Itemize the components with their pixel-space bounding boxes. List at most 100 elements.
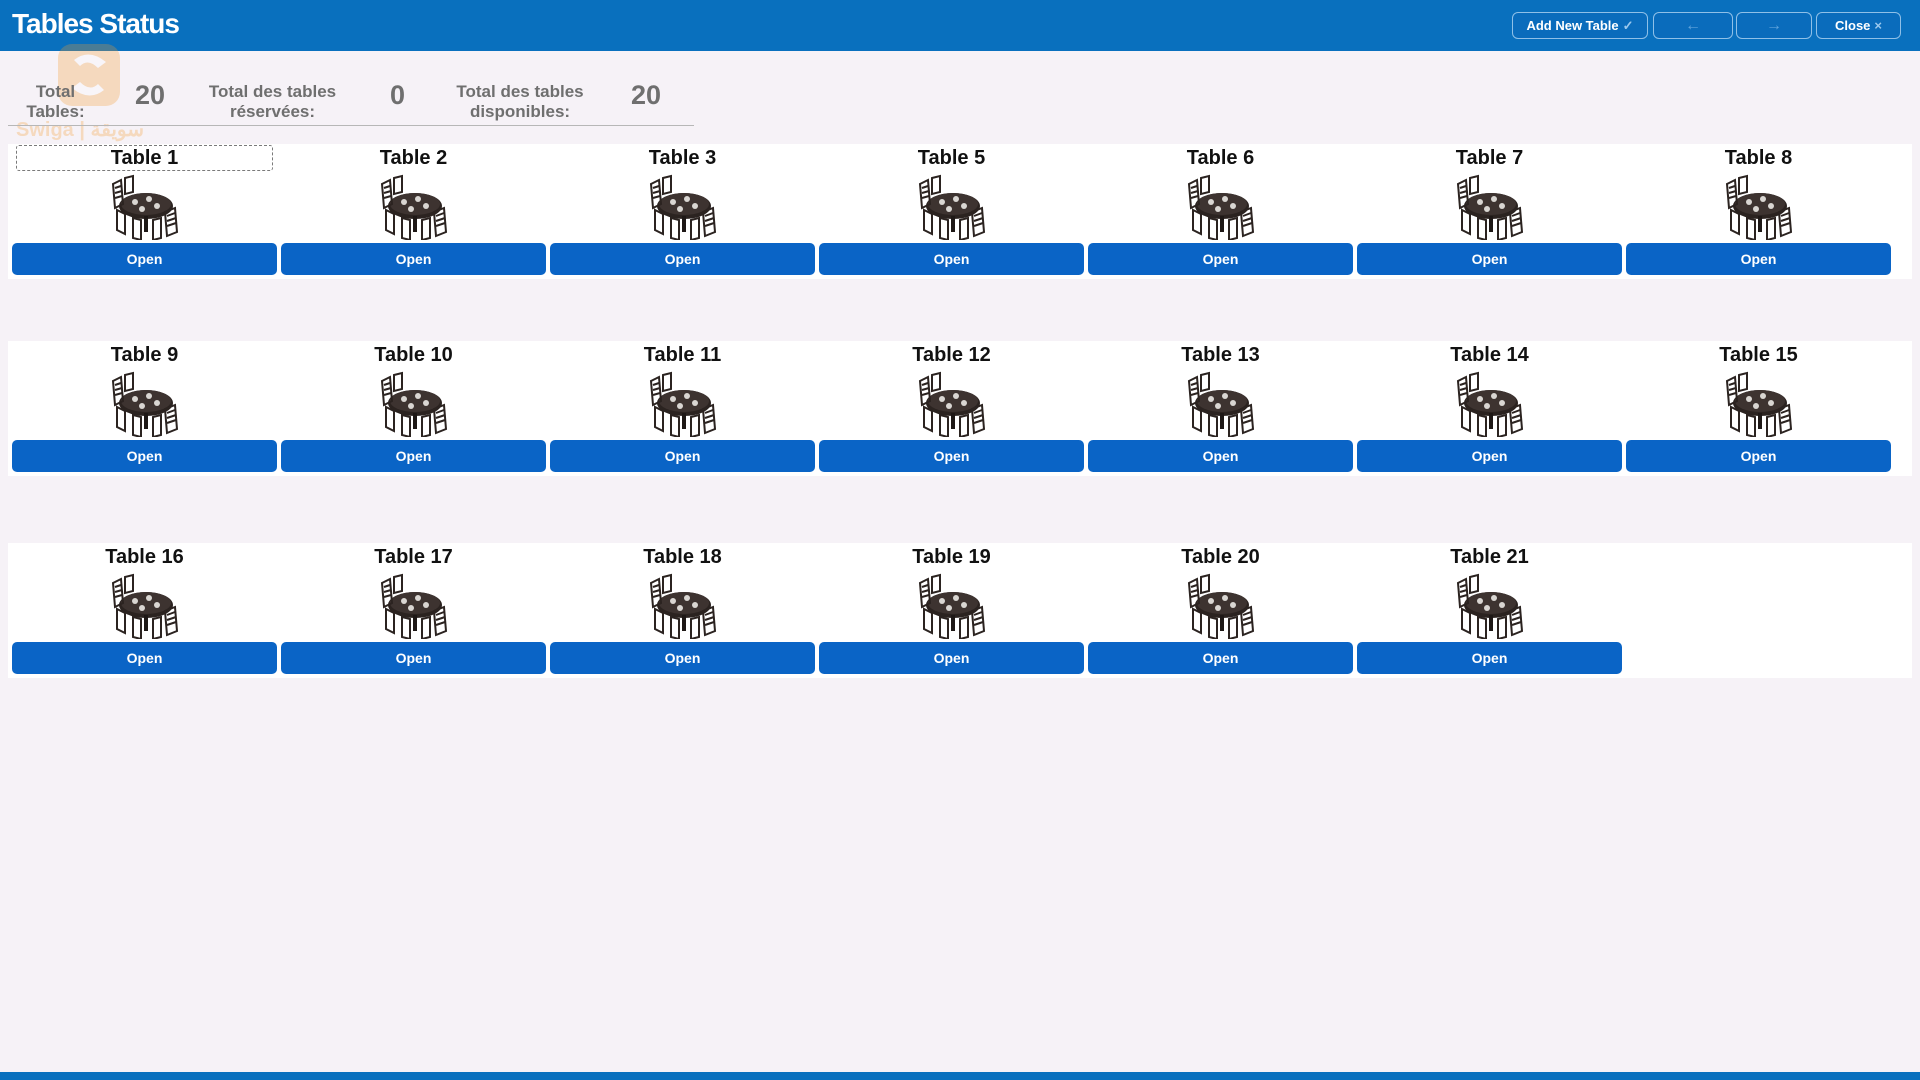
next-button[interactable]: → — [1736, 12, 1812, 39]
watermark-text: Swiga | سويقة — [16, 119, 144, 142]
dining-table-icon[interactable] — [916, 573, 990, 641]
stats-divider — [8, 125, 694, 126]
table-name: Table 15 — [1719, 344, 1798, 366]
open-table-button[interactable]: Open — [1626, 243, 1891, 275]
open-table-button[interactable]: Open — [12, 243, 277, 275]
dining-table-icon[interactable] — [1185, 371, 1259, 439]
dining-table-icon[interactable] — [109, 573, 183, 641]
arrow-right-icon: → — [1766, 16, 1782, 34]
close-button[interactable]: Close × — [1816, 12, 1901, 39]
open-table-button[interactable]: Open — [281, 440, 546, 472]
open-table-button[interactable]: Open — [12, 642, 277, 674]
table-card[interactable]: Table 8 Open — [1626, 144, 1891, 279]
open-table-button[interactable]: Open — [819, 440, 1084, 472]
table-card[interactable]: Table 11 Open — [550, 341, 815, 476]
table-name: Table 6 — [1186, 147, 1255, 169]
table-card[interactable]: Table 1 Open — [12, 144, 277, 279]
table-name: Table 11 — [643, 344, 722, 366]
table-card[interactable]: Table 17 Open — [281, 543, 546, 678]
dining-table-icon[interactable] — [647, 371, 721, 439]
table-name: Table 17 — [374, 546, 453, 568]
open-table-button[interactable]: Open — [1088, 642, 1353, 674]
open-table-button[interactable]: Open — [1088, 440, 1353, 472]
table-card[interactable]: Table 15 Open — [1626, 341, 1891, 476]
dining-table-icon[interactable] — [109, 174, 183, 242]
dining-table-icon[interactable] — [109, 371, 183, 439]
table-name: Table 5 — [917, 147, 986, 169]
table-card[interactable]: Table 19 Open — [819, 543, 1084, 678]
dining-table-icon[interactable] — [1454, 174, 1528, 242]
table-name: Table 21 — [1450, 546, 1529, 568]
add-new-table-button[interactable]: Add New Table ✓ — [1512, 12, 1648, 39]
table-card[interactable]: Table 9 Open — [12, 341, 277, 476]
table-card[interactable]: Table 10 Open — [281, 341, 546, 476]
table-card[interactable]: Table 16 Open — [12, 543, 277, 678]
table-card[interactable]: Table 6 Open — [1088, 144, 1353, 279]
table-card[interactable]: Table 21 Open — [1357, 543, 1622, 678]
table-card[interactable]: Table 2 Open — [281, 144, 546, 279]
open-table-button[interactable]: Open — [12, 440, 277, 472]
table-name: Table 12 — [912, 344, 991, 366]
dining-table-icon[interactable] — [378, 573, 452, 641]
table-name: Table 9 — [110, 344, 179, 366]
table-name: Table 7 — [1455, 147, 1524, 169]
arrow-left-icon: ← — [1685, 16, 1701, 34]
dining-table-icon[interactable] — [1723, 371, 1797, 439]
dining-table-icon[interactable] — [378, 174, 452, 242]
open-table-button[interactable]: Open — [550, 243, 815, 275]
available-tables-label: Total des tables disponibles: — [456, 82, 584, 121]
table-card[interactable]: Table 18 Open — [550, 543, 815, 678]
bottom-status-strip — [0, 1072, 1920, 1080]
dining-table-icon[interactable] — [1185, 174, 1259, 242]
table-card[interactable]: Table 5 Open — [819, 144, 1084, 279]
add-new-table-label: Add New Table — [1526, 18, 1619, 33]
available-tables-value: 20 — [631, 80, 662, 110]
check-icon: ✓ — [1622, 17, 1634, 33]
open-table-button[interactable]: Open — [281, 243, 546, 275]
open-table-button[interactable]: Open — [1357, 243, 1622, 275]
dining-table-icon[interactable] — [916, 371, 990, 439]
table-name: Table 1 — [16, 145, 273, 171]
total-tables-value: 20 — [135, 80, 166, 110]
table-name: Table 2 — [379, 147, 448, 169]
open-table-button[interactable]: Open — [281, 642, 546, 674]
dining-table-icon[interactable] — [1723, 174, 1797, 242]
table-name: Table 14 — [1450, 344, 1529, 366]
dining-table-icon[interactable] — [916, 174, 990, 242]
table-name: Table 13 — [1181, 344, 1260, 366]
open-table-button[interactable]: Open — [1357, 440, 1622, 472]
table-name: Table 16 — [105, 546, 184, 568]
open-table-button[interactable]: Open — [550, 440, 815, 472]
close-label: Close — [1835, 18, 1871, 33]
open-table-button[interactable]: Open — [550, 642, 815, 674]
table-card[interactable]: Table 14 Open — [1357, 341, 1622, 476]
dining-table-icon[interactable] — [647, 174, 721, 242]
table-name: Table 10 — [374, 344, 453, 366]
reserved-tables-label: Total des tables réservées: — [208, 82, 337, 121]
title-bar: Tables Status Add New Table ✓ ← → Close … — [0, 0, 1920, 51]
reserved-tables-value: 0 — [390, 80, 406, 110]
dining-table-icon[interactable] — [647, 573, 721, 641]
previous-button[interactable]: ← — [1653, 12, 1733, 39]
total-tables-label: Total Tables: — [26, 82, 85, 121]
table-name: Table 3 — [648, 147, 717, 169]
table-card[interactable]: Table 7 Open — [1357, 144, 1622, 279]
open-table-button[interactable]: Open — [1088, 243, 1353, 275]
open-table-button[interactable]: Open — [819, 243, 1084, 275]
page-title: Tables Status — [12, 8, 180, 39]
table-name: Table 18 — [643, 546, 722, 568]
table-card[interactable]: Table 13 Open — [1088, 341, 1353, 476]
table-card[interactable]: Table 20 Open — [1088, 543, 1353, 678]
open-table-button[interactable]: Open — [1357, 642, 1622, 674]
open-table-button[interactable]: Open — [1626, 440, 1891, 472]
dining-table-icon[interactable] — [1454, 371, 1528, 439]
table-card[interactable]: Table 12 Open — [819, 341, 1084, 476]
table-name: Table 20 — [1181, 546, 1260, 568]
dining-table-icon[interactable] — [1454, 573, 1528, 641]
dining-table-icon[interactable] — [1185, 573, 1259, 641]
table-name: Table 19 — [912, 546, 991, 568]
close-x-icon: × — [1874, 18, 1882, 33]
dining-table-icon[interactable] — [378, 371, 452, 439]
open-table-button[interactable]: Open — [819, 642, 1084, 674]
table-card[interactable]: Table 3 Open — [550, 144, 815, 279]
